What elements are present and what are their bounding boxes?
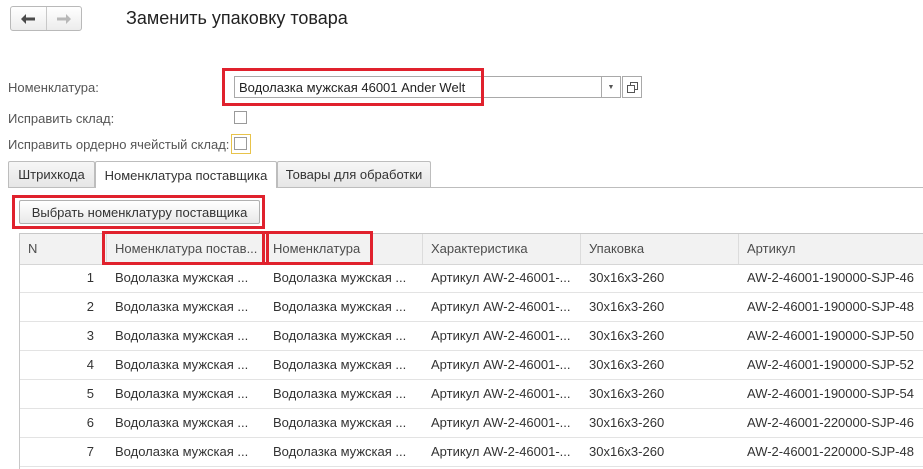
cell-article: AW-2-46001-190000-SJP-46 — [747, 270, 914, 285]
forward-arrow-icon[interactable] — [47, 7, 82, 30]
cell-nomenclature: Водолазка мужская ... — [273, 328, 407, 343]
nomenclature-input[interactable]: Водолазка мужская 46001 Ander Welt — [234, 76, 602, 98]
cell-nomenclature: Водолазка мужская ... — [273, 299, 407, 314]
cell-article: AW-2-46001-220000-SJP-48 — [747, 444, 914, 459]
chevron-down-icon: ▼ — [607, 83, 615, 91]
cell-characteristic: Артикул AW-2-46001-... — [431, 270, 571, 285]
select-supplier-nomenclature-button[interactable]: Выбрать номенклатуру поставщика — [19, 200, 260, 224]
column-header-package[interactable]: Упаковка — [581, 234, 739, 264]
cell-nomenclature: Водолазка мужская ... — [273, 270, 407, 285]
cell-n: 3 — [86, 328, 94, 343]
cell-characteristic: Артикул AW-2-46001-... — [431, 299, 571, 314]
cell-n: 4 — [86, 357, 94, 372]
dropdown-button[interactable]: ▼ — [601, 76, 621, 98]
cell-characteristic: Артикул AW-2-46001-... — [431, 328, 571, 343]
tab-supplier-nomenclature[interactable]: Номенклатура поставщика — [95, 161, 277, 188]
column-header-supplier-nomenclature[interactable]: Номенклатура постав... — [107, 234, 265, 264]
cell-characteristic: Артикул AW-2-46001-... — [431, 386, 571, 401]
cell-characteristic: Артикул AW-2-46001-... — [431, 444, 571, 459]
cell-n: 1 — [86, 270, 94, 285]
page-title: Заменить упаковку товара — [126, 8, 348, 28]
cell-supplier-nomenclature: Водолазка мужская ... — [115, 270, 249, 285]
cell-supplier-nomenclature: Водолазка мужская ... — [115, 444, 249, 459]
cell-characteristic: Артикул AW-2-46001-... — [431, 415, 571, 430]
cell-supplier-nomenclature: Водолазка мужская ... — [115, 299, 249, 314]
cell-package: 30x16x3-260 — [589, 386, 665, 401]
cell-article: AW-2-46001-190000-SJP-52 — [747, 357, 914, 372]
cell-article: AW-2-46001-190000-SJP-48 — [747, 299, 914, 314]
open-item-button[interactable] — [622, 76, 642, 98]
cell-supplier-nomenclature: Водолазка мужская ... — [115, 357, 249, 372]
cell-article: AW-2-46001-190000-SJP-50 — [747, 328, 914, 343]
fix-cell-warehouse-label: Исправить ордерно ячейстый склад: — [8, 137, 230, 152]
cell-package: 30x16x3-260 — [589, 328, 665, 343]
cell-article: AW-2-46001-220000-SJP-46 — [747, 415, 914, 430]
cell-package: 30x16x3-260 — [589, 357, 665, 372]
table-row[interactable]: 5 Водолазка мужская ... Водолазка мужская … — [20, 380, 923, 409]
cell-supplier-nomenclature: Водолазка мужская ... — [115, 386, 249, 401]
cell-characteristic: Артикул AW-2-46001-... — [431, 357, 571, 372]
cell-nomenclature: Водолазка мужская ... — [273, 357, 407, 372]
cell-supplier-nomenclature: Водолазка мужская ... — [115, 415, 249, 430]
cell-package: 30x16x3-260 — [589, 415, 665, 430]
cell-n: 5 — [86, 386, 94, 401]
open-window-icon — [626, 81, 638, 93]
table-row[interactable]: 1 Водолазка мужская ... Водолазка мужская … — [20, 264, 923, 293]
back-arrow-icon[interactable] — [11, 7, 47, 30]
cell-n: 6 — [86, 415, 94, 430]
table-row[interactable]: 2 Водолазка мужская ... Водолазка мужская … — [20, 293, 923, 322]
fix-warehouse-label: Исправить склад: — [8, 111, 115, 126]
cell-supplier-nomenclature: Водолазка мужская ... — [115, 328, 249, 343]
cell-article: AW-2-46001-190000-SJP-54 — [747, 386, 914, 401]
fix-warehouse-checkbox[interactable] — [234, 111, 247, 124]
table-row[interactable]: 6 Водолазка мужская ... Водолазка мужская … — [20, 409, 923, 438]
table-header: N Номенклатура постав... Номенклатура Ха… — [20, 234, 923, 265]
cell-nomenclature: Водолазка мужская ... — [273, 444, 407, 459]
tab-barcodes[interactable]: Штрихкода — [8, 161, 95, 187]
cell-nomenclature: Водолазка мужская ... — [273, 415, 407, 430]
column-header-n[interactable]: N — [20, 234, 107, 264]
table-row[interactable]: 4 Водолазка мужская ... Водолазка мужская … — [20, 351, 923, 380]
column-header-article[interactable]: Артикул — [739, 234, 923, 264]
data-table: N Номенклатура постав... Номенклатура Ха… — [19, 233, 923, 469]
cell-package: 30x16x3-260 — [589, 299, 665, 314]
table-row[interactable]: 7 Водолазка мужская ... Водолазка мужская … — [20, 438, 923, 467]
cell-n: 7 — [86, 444, 94, 459]
cell-package: 30x16x3-260 — [589, 270, 665, 285]
cell-n: 2 — [86, 299, 94, 314]
cell-nomenclature: Водолазка мужская ... — [273, 386, 407, 401]
nomenclature-value: Водолазка мужская 46001 Ander Welt — [239, 80, 466, 95]
fix-cell-warehouse-checkbox[interactable] — [234, 137, 247, 150]
cell-package: 30x16x3-260 — [589, 444, 665, 459]
tab-goods-for-processing[interactable]: Товары для обработки — [277, 161, 431, 187]
navigation-buttons — [10, 6, 82, 31]
column-header-nomenclature[interactable]: Номенклатура — [265, 234, 423, 264]
table-row[interactable]: 3 Водолазка мужская ... Водолазка мужская … — [20, 322, 923, 351]
column-header-characteristic[interactable]: Характеристика — [423, 234, 581, 264]
nomenclature-label: Номенклатура: — [8, 80, 99, 95]
